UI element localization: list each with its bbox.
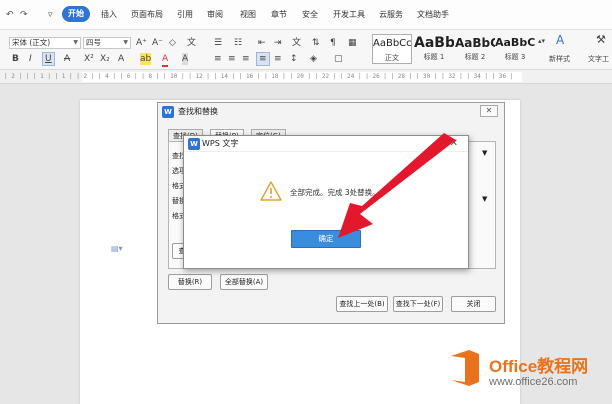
- close-button[interactable]: 关闭: [451, 296, 496, 312]
- text-tools-button[interactable]: 文字工: [588, 53, 609, 65]
- distributed-icon[interactable]: ≡: [274, 53, 282, 65]
- align-center-icon[interactable]: ≡: [228, 53, 236, 65]
- tab-developer[interactable]: 开发工具: [333, 9, 365, 20]
- tab-references[interactable]: 引用: [177, 9, 193, 20]
- text-tools-icon[interactable]: ⚒: [596, 34, 606, 46]
- find-next-button[interactable]: 查找下一处(F): [393, 296, 443, 312]
- shading-icon[interactable]: ◈: [310, 53, 317, 65]
- office-logo-icon: [451, 350, 479, 386]
- watermark: Office教程网 www.office26.com: [447, 344, 612, 400]
- style-name: 标题 2: [464, 53, 486, 61]
- tab-doc-assistant[interactable]: 文档助手: [417, 9, 449, 20]
- justify-icon[interactable]: ≡: [256, 52, 270, 66]
- tab-security[interactable]: 安全: [302, 9, 318, 20]
- text-effect-button[interactable]: A: [118, 53, 124, 65]
- style-preview: AaBb: [414, 35, 454, 51]
- new-style-button[interactable]: 新样式: [549, 53, 570, 65]
- tab-insert[interactable]: 插入: [101, 9, 117, 20]
- decrease-indent-icon[interactable]: ⇤: [258, 37, 266, 49]
- dialog-title: WPS 文字: [184, 136, 468, 152]
- border-icon[interactable]: ▢: [334, 53, 343, 65]
- style-preview: AaBbC: [455, 36, 495, 50]
- style-heading-2[interactable]: AaBbC 标题 2: [455, 34, 495, 64]
- style-heading-3[interactable]: AaBbCc 标题 3: [495, 34, 535, 64]
- font-size-value: 四号: [86, 38, 101, 47]
- alert-message: 全部完成。完成 3处替换。: [290, 188, 380, 197]
- paragraph-handle-icon[interactable]: ▤▾: [111, 244, 123, 253]
- sort-icon[interactable]: ⇅: [312, 37, 320, 49]
- find-dropdown-icon[interactable]: ▼: [482, 149, 487, 157]
- shrink-font-icon[interactable]: A⁻: [152, 37, 163, 49]
- style-name: 正文: [385, 54, 399, 62]
- line-spacing-icon[interactable]: ↕: [290, 53, 298, 65]
- table-icon[interactable]: ▦: [348, 37, 357, 49]
- font-color-button[interactable]: A: [162, 53, 169, 67]
- grow-font-icon[interactable]: A⁺: [136, 37, 147, 49]
- chinese-layout-icon[interactable]: 文: [292, 37, 301, 49]
- warning-icon: [260, 181, 282, 201]
- superscript-button[interactable]: X²: [84, 53, 94, 65]
- redo-icon[interactable]: ↷: [20, 10, 28, 20]
- replace-button[interactable]: 替换(R): [168, 274, 212, 290]
- subscript-button[interactable]: X₂: [100, 53, 110, 65]
- ruler-ticks: | 2 | | | 1 | | 1 | | 2 | | 4 | | 6 | | …: [4, 73, 514, 80]
- clear-format-icon[interactable]: ◇: [169, 37, 176, 49]
- horizontal-ruler[interactable]: | 2 | | | 1 | | 1 | | 2 | | 4 | | 6 | | …: [0, 70, 612, 84]
- tab-cloud[interactable]: 云服务: [379, 9, 403, 20]
- style-normal[interactable]: AaBbCcI 正文: [372, 34, 412, 64]
- replace-dropdown-icon[interactable]: ▼: [482, 195, 487, 203]
- style-preview: AaBbCc: [495, 36, 535, 49]
- tab-sections[interactable]: 章节: [271, 9, 287, 20]
- styles-scroll-icon[interactable]: ▴▾: [538, 35, 545, 47]
- style-heading-1[interactable]: AaBb 标题 1: [414, 34, 454, 64]
- numbered-list-icon[interactable]: ☷: [234, 37, 242, 49]
- font-size-select[interactable]: 四号 ▼: [83, 37, 131, 49]
- undo-icon[interactable]: ↶: [6, 10, 14, 20]
- watermark-url: www.office26.com: [489, 376, 578, 388]
- close-icon[interactable]: ✕: [450, 138, 458, 150]
- customize-quick-access-icon[interactable]: ▿: [48, 10, 53, 20]
- chevron-down-icon: ▼: [123, 39, 128, 46]
- watermark-brand: Office教程网: [489, 357, 589, 376]
- ribbon-tab-bar: ↶ ↷ ▿ 开始 插入 页面布局 引用 审阅 视图 章节 安全 开发工具 云服务…: [0, 0, 612, 30]
- ok-button[interactable]: 确定: [291, 230, 361, 248]
- font-name-select[interactable]: 宋体 (正文) ▼: [9, 37, 81, 49]
- bullet-list-icon[interactable]: ☰: [214, 37, 222, 49]
- ribbon-toolbar: 宋体 (正文) ▼ 四号 ▼ A⁺ A⁻ ◇ 文 B I U A X² X₂ A a…: [0, 30, 612, 70]
- replace-all-button[interactable]: 全部替换(A): [220, 274, 268, 290]
- tab-page-layout[interactable]: 页面布局: [131, 9, 163, 20]
- char-shading-button[interactable]: A: [182, 53, 189, 65]
- tab-home[interactable]: 开始: [62, 6, 90, 22]
- font-name-value: 宋体 (正文): [12, 38, 51, 47]
- chevron-down-icon: ▼: [73, 39, 78, 46]
- find-previous-button[interactable]: 查找上一处(B): [336, 296, 388, 312]
- style-preview: AaBbCcI: [373, 38, 411, 49]
- close-icon[interactable]: ✕: [480, 105, 498, 117]
- strikethrough-button[interactable]: A: [64, 53, 70, 65]
- style-name: 标题 3: [504, 53, 526, 61]
- align-right-icon[interactable]: ≡: [242, 53, 250, 65]
- show-marks-icon[interactable]: ¶: [330, 37, 336, 49]
- highlight-button[interactable]: ab: [140, 53, 152, 65]
- tab-view[interactable]: 视图: [240, 9, 256, 20]
- tab-review[interactable]: 审阅: [207, 9, 223, 20]
- underline-button[interactable]: U: [42, 52, 55, 66]
- style-name: 标题 1: [423, 53, 445, 61]
- bold-button[interactable]: B: [12, 53, 19, 65]
- wps-alert-dialog: W WPS 文字 ✕ 全部完成。完成 3处替换。 确定: [183, 135, 469, 269]
- italic-button[interactable]: I: [29, 53, 32, 65]
- align-left-icon[interactable]: ≡: [214, 53, 222, 65]
- pinyin-icon[interactable]: 文: [187, 37, 196, 49]
- increase-indent-icon[interactable]: ⇥: [274, 37, 282, 49]
- dialog-title: 查找和替换: [178, 107, 218, 116]
- new-style-icon[interactable]: A: [556, 34, 564, 46]
